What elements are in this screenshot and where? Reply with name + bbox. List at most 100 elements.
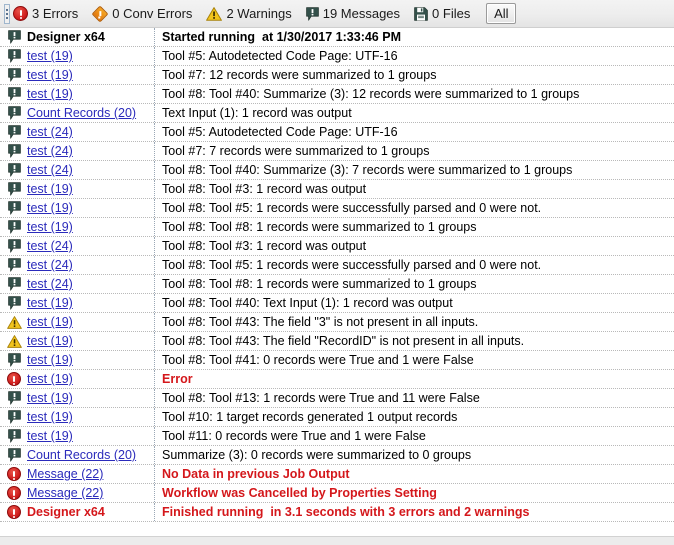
row-status-cell xyxy=(0,180,26,198)
tool-link[interactable]: Count Records (20) xyxy=(27,106,136,120)
toolbar-item-message[interactable]: 19 Messages xyxy=(305,6,400,21)
tool-link[interactable]: Count Records (20) xyxy=(27,448,136,462)
tool-link[interactable]: test (19) xyxy=(27,296,73,310)
row-message-text: Tool #8: Tool #8: 1 records were summari… xyxy=(162,220,477,234)
table-row[interactable]: test (19) Tool #10: 1 target records gene… xyxy=(0,408,674,427)
toolbar-item-files[interactable]: 0 Files xyxy=(414,6,470,21)
table-row[interactable]: test (19) Tool #8: Tool #13: 1 records we… xyxy=(0,389,674,408)
table-row[interactable]: test (19) Tool #8: Tool #40: Summarize (3… xyxy=(0,85,674,104)
table-row[interactable]: Designer x64 Started running at 1/30/2017… xyxy=(0,28,674,47)
tool-link[interactable]: test (24) xyxy=(27,144,73,158)
tool-link[interactable]: test (19) xyxy=(27,68,73,82)
row-message-cell: Tool #8: Tool #8: 1 records were summari… xyxy=(155,218,674,236)
row-message-cell: Finished running in 3.1 seconds with 3 e… xyxy=(155,503,674,521)
table-row[interactable]: test (19) Tool #11: 0 records were True a… xyxy=(0,427,674,446)
row-message-text: Tool #7: 12 records were summarized to 1… xyxy=(162,68,437,82)
toolbar-item-warning[interactable]: 2 Warnings xyxy=(206,6,292,21)
table-row[interactable]: test (24) Tool #8: Tool #3: 1 record was … xyxy=(0,237,674,256)
row-status-cell xyxy=(0,294,26,312)
toolbar-item-conv-error[interactable]: 0 Conv Errors xyxy=(91,5,192,22)
table-row[interactable]: test (19) Tool #8: Tool #43: The field "R… xyxy=(0,332,674,351)
tool-link[interactable]: test (19) xyxy=(27,429,73,443)
row-message-text: Tool #10: 1 target records generated 1 o… xyxy=(162,410,458,424)
toolbar-drag-grip[interactable] xyxy=(4,3,10,24)
toolbar-item-label: 2 Warnings xyxy=(226,6,292,21)
tool-link[interactable]: test (24) xyxy=(27,125,73,139)
table-row[interactable]: Message (22) Workflow was Cancelled by Pr… xyxy=(0,484,674,503)
row-tool-cell: test (19) xyxy=(26,389,155,407)
tool-link[interactable]: test (19) xyxy=(27,315,73,329)
row-status-cell xyxy=(0,104,26,122)
table-row[interactable]: test (19) Tool #8: Tool #5: 1 records wer… xyxy=(0,199,674,218)
table-row[interactable]: test (24) Tool #8: Tool #8: 1 records wer… xyxy=(0,275,674,294)
tool-link[interactable]: test (19) xyxy=(27,372,73,386)
row-status-cell xyxy=(0,389,26,407)
error-icon xyxy=(7,505,21,519)
tool-link[interactable]: test (24) xyxy=(27,258,73,272)
table-row[interactable]: test (24) Tool #7: 7 records were summari… xyxy=(0,142,674,161)
table-row[interactable]: Message (22) No Data in previous Job Outp… xyxy=(0,465,674,484)
table-row[interactable]: test (24) Tool #8: Tool #40: Summarize (3… xyxy=(0,161,674,180)
row-status-cell xyxy=(0,161,26,179)
tool-link[interactable]: test (19) xyxy=(27,87,73,101)
tool-link[interactable]: test (19) xyxy=(27,391,73,405)
message-icon xyxy=(7,125,21,139)
tool-link[interactable]: test (24) xyxy=(27,277,73,291)
tool-link[interactable]: test (19) xyxy=(27,410,73,424)
tool-link[interactable]: test (24) xyxy=(27,239,73,253)
message-icon xyxy=(7,410,21,424)
table-row[interactable]: test (19) Tool #5: Autodetected Code Page… xyxy=(0,47,674,66)
row-status-cell xyxy=(0,503,26,521)
row-message-cell: Text Input (1): 1 record was output xyxy=(155,104,674,122)
row-message-text: Finished running in 3.1 seconds with 3 e… xyxy=(162,505,530,519)
table-row[interactable]: test (24) Tool #5: Autodetected Code Page… xyxy=(0,123,674,142)
table-row[interactable]: test (19) Tool #8: Tool #8: 1 records wer… xyxy=(0,218,674,237)
row-status-cell xyxy=(0,218,26,236)
message-icon xyxy=(7,87,21,101)
row-message-text: Tool #8: Tool #5: 1 records were success… xyxy=(162,201,542,215)
table-row[interactable]: test (19) Tool #8: Tool #43: The field "3… xyxy=(0,313,674,332)
error-icon xyxy=(7,467,21,481)
row-message-cell: Error xyxy=(155,370,674,388)
row-tool-cell: test (19) xyxy=(26,199,155,217)
row-message-text: Tool #11: 0 records were True and 1 were… xyxy=(162,429,426,443)
table-row[interactable]: Count Records (20) Text Input (1): 1 reco… xyxy=(0,104,674,123)
tool-link[interactable]: test (24) xyxy=(27,163,73,177)
tool-link[interactable]: Message (22) xyxy=(27,486,103,500)
row-message-text: Workflow was Cancelled by Properties Set… xyxy=(162,486,437,500)
table-row[interactable]: Count Records (20) Summarize (3): 0 recor… xyxy=(0,446,674,465)
row-tool-cell: test (24) xyxy=(26,237,155,255)
table-row[interactable]: Designer x64 Finished running in 3.1 seco… xyxy=(0,503,674,522)
tool-link[interactable]: test (19) xyxy=(27,201,73,215)
message-icon xyxy=(7,182,21,196)
row-message-text: Tool #8: Tool #3: 1 record was output xyxy=(162,239,367,253)
table-row[interactable]: test (19) Tool #8: Tool #3: 1 record was … xyxy=(0,180,674,199)
tool-link[interactable]: test (19) xyxy=(27,49,73,63)
table-row[interactable]: test (19) Tool #7: 12 records were summar… xyxy=(0,66,674,85)
row-tool-cell: test (24) xyxy=(26,161,155,179)
row-message-text: Tool #8: Tool #8: 1 records were summari… xyxy=(162,277,477,291)
tool-link[interactable]: test (19) xyxy=(27,334,73,348)
message-icon xyxy=(7,106,21,120)
row-message-cell: Tool #7: 12 records were summarized to 1… xyxy=(155,66,674,84)
tool-link[interactable]: test (19) xyxy=(27,220,73,234)
row-message-cell: Tool #8: Tool #43: The field "3" is not … xyxy=(155,313,674,331)
tool-link[interactable]: test (19) xyxy=(27,182,73,196)
table-row[interactable]: test (19) Tool #8: Tool #40: Text Input (… xyxy=(0,294,674,313)
table-row[interactable]: test (19) Error xyxy=(0,370,674,389)
tool-link[interactable]: test (19) xyxy=(27,353,73,367)
error-icon xyxy=(7,372,21,386)
table-row[interactable]: test (24) Tool #8: Tool #5: 1 records wer… xyxy=(0,256,674,275)
row-message-text: Tool #8: Tool #41: 0 records were True a… xyxy=(162,353,474,367)
row-message-text: Tool #5: Autodetected Code Page: UTF-16 xyxy=(162,49,398,63)
filter-all-button[interactable]: All xyxy=(486,3,517,24)
tool-link[interactable]: Message (22) xyxy=(27,467,103,481)
warning-icon xyxy=(206,6,223,21)
toolbar-item-error[interactable]: 3 Errors xyxy=(13,6,78,21)
row-tool-cell: test (19) xyxy=(26,66,155,84)
row-status-cell xyxy=(0,484,26,502)
table-row[interactable]: test (19) Tool #8: Tool #41: 0 records we… xyxy=(0,351,674,370)
row-tool-cell: Message (22) xyxy=(26,484,155,502)
row-message-cell: Tool #8: Tool #5: 1 records were success… xyxy=(155,256,674,274)
results-log-table: Designer x64 Started running at 1/30/2017… xyxy=(0,28,674,522)
